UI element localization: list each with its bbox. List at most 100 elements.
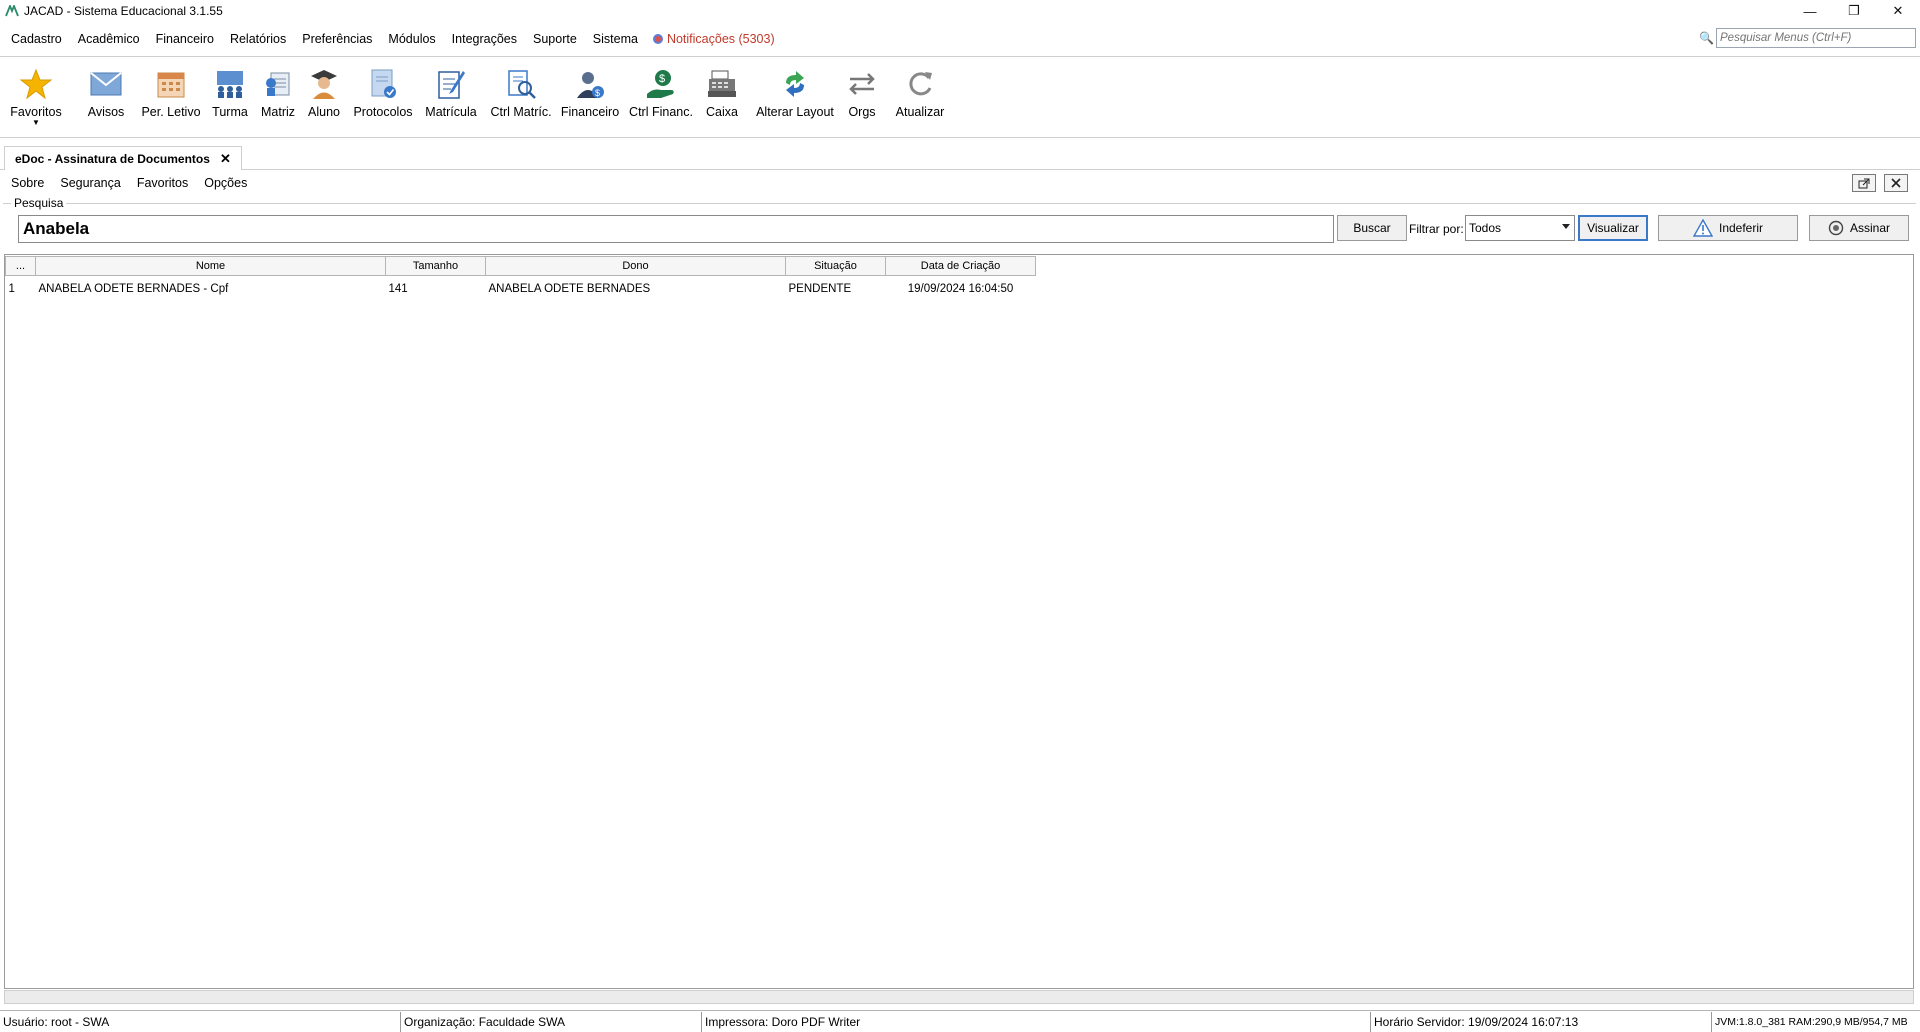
menu-modulos[interactable]: Módulos	[388, 32, 435, 46]
menu-search: 🔍	[1699, 28, 1916, 48]
toolbar-label: Atualizar	[895, 105, 945, 119]
search-panel: Pesquisa Buscar Filtrar por: Todos Visua…	[3, 196, 1916, 250]
toolbar-label: Aluno	[308, 105, 340, 119]
toolbar: Favoritos ▼ Avisos Per. Letivo Turma Mat…	[0, 56, 1920, 138]
tab-edoc[interactable]: eDoc - Assinatura de Documentos ✕	[4, 146, 242, 170]
filter-select[interactable]: Todos	[1465, 215, 1575, 241]
close-button[interactable]: ✕	[1876, 0, 1920, 22]
toolbar-label: Orgs	[848, 105, 876, 119]
tab-label: eDoc - Assinatura de Documentos	[15, 151, 210, 166]
toolbar-per-letivo-button[interactable]: Per. Letivo	[141, 57, 201, 139]
toolbar-label: Favoritos	[10, 105, 62, 119]
menu-financeiro[interactable]: Financeiro	[156, 32, 214, 46]
toolbar-aluno-button[interactable]: Aluno	[306, 57, 342, 139]
layout-swap-icon	[778, 67, 812, 101]
toolbar-label: Alterar Layout	[756, 105, 834, 119]
toolbar-matricula-button[interactable]: Matrícula	[423, 57, 479, 139]
col-dono-header[interactable]: Dono	[485, 256, 786, 276]
svg-text:$: $	[595, 88, 600, 98]
class-group-icon	[213, 67, 247, 101]
toolbar-ctrl-financ-button[interactable]: $ Ctrl Financ.	[629, 57, 693, 139]
toolbar-orgs-button[interactable]: Orgs	[842, 57, 882, 139]
detach-window-icon[interactable]	[1852, 174, 1876, 192]
menu-opcoes[interactable]: Opções	[204, 176, 247, 190]
search-icon: 🔍	[1699, 31, 1714, 45]
title-bar: JACAD - Sistema Educacional 3.1.55 — ❐ ✕	[0, 0, 1920, 22]
buscar-button[interactable]: Buscar	[1337, 215, 1407, 241]
toolbar-label: Protocolos	[353, 105, 413, 119]
protocol-icon	[366, 67, 400, 101]
table-row[interactable]: 1 ANABELA ODETE BERNADES - Cpf 141 ANABE…	[6, 276, 1036, 303]
cell-index: 1	[8, 283, 15, 296]
arrows-swap-icon	[845, 67, 879, 101]
assinar-button[interactable]: Assinar	[1809, 215, 1909, 241]
toolbar-financeiro-button[interactable]: $ Financeiro	[561, 57, 619, 139]
minimize-button[interactable]: —	[1788, 0, 1832, 22]
toolbar-label: Matriz	[260, 105, 296, 119]
visualizar-button[interactable]: Visualizar	[1578, 215, 1648, 241]
status-bar: Usuário: root - SWA Organização: Faculda…	[0, 1010, 1920, 1032]
toolbar-matriz-button[interactable]: Matriz	[260, 57, 296, 139]
toolbar-favoritos-button[interactable]: Favoritos ▼	[10, 57, 62, 139]
student-icon	[307, 67, 341, 101]
seal-icon	[1828, 220, 1844, 236]
toolbar-protocolos-button[interactable]: Protocolos	[353, 57, 413, 139]
money-hand-icon: $	[644, 67, 678, 101]
menu-cadastro[interactable]: Cadastro	[11, 32, 62, 46]
toolbar-label: Per. Letivo	[141, 105, 201, 119]
cell-dono: ANABELA ODETE BERNADES	[488, 283, 651, 296]
toolbar-caixa-button[interactable]: Caixa	[702, 57, 742, 139]
menu-sistema[interactable]: Sistema	[593, 32, 638, 46]
menu-seguranca[interactable]: Segurança	[60, 176, 120, 190]
enrollment-control-icon	[504, 67, 538, 101]
module-menu: Sobre Segurança Favoritos Opções	[0, 172, 1920, 194]
status-organizacao: Organização: Faculdade SWA	[401, 1011, 702, 1032]
maximize-button[interactable]: ❐	[1832, 0, 1876, 22]
chevron-down-icon	[1562, 224, 1570, 229]
menu-favoritos[interactable]: Favoritos	[137, 176, 188, 190]
menu-integracoes[interactable]: Integrações	[452, 32, 517, 46]
toolbar-alterar-layout-button[interactable]: Alterar Layout	[756, 57, 834, 139]
menu-preferencias[interactable]: Preferências	[302, 32, 372, 46]
status-usuario: Usuário: root - SWA	[0, 1011, 401, 1032]
menu-suporte[interactable]: Suporte	[533, 32, 577, 46]
notifications-label: Notificações (5303)	[666, 32, 775, 46]
toolbar-label: Turma	[212, 105, 248, 119]
search-legend: Pesquisa	[11, 196, 67, 210]
col-situacao-header[interactable]: Situação	[785, 256, 886, 276]
toolbar-label: Ctrl Financ.	[629, 105, 693, 119]
toolbar-turma-button[interactable]: Turma	[212, 57, 248, 139]
close-module-icon[interactable]	[1884, 174, 1908, 192]
col-tamanho-header[interactable]: Tamanho	[385, 256, 486, 276]
filter-value: Todos	[1469, 221, 1502, 235]
horizontal-scrollbar[interactable]	[4, 990, 1914, 1004]
menu-sobre[interactable]: Sobre	[11, 176, 44, 190]
table-header-row: ... Nome Tamanho Dono Situação Data de C…	[5, 256, 1036, 276]
notifications-menu[interactable]: Notificações (5303)	[652, 32, 775, 46]
window-title: JACAD - Sistema Educacional 3.1.55	[24, 4, 223, 18]
warning-icon	[1692, 219, 1713, 237]
col-data-header[interactable]: Data de Criação	[885, 256, 1036, 276]
col-nome-header[interactable]: Nome	[35, 256, 386, 276]
indeferir-label: Indeferir	[1718, 221, 1764, 235]
finance-person-icon: $	[573, 67, 607, 101]
toolbar-atualizar-button[interactable]: Atualizar	[894, 57, 946, 139]
close-icon[interactable]: ✕	[220, 151, 231, 167]
toolbar-avisos-button[interactable]: Avisos	[86, 57, 126, 139]
menu-bar: Cadastro Acadêmico Financeiro Relatórios…	[0, 24, 1920, 54]
indeferir-button[interactable]: Indeferir	[1658, 215, 1798, 241]
menu-relatorios[interactable]: Relatórios	[230, 32, 286, 46]
search-input[interactable]	[18, 215, 1334, 243]
enrollment-icon	[434, 67, 468, 101]
toolbar-label: Avisos	[87, 105, 125, 119]
menu-academico[interactable]: Acadêmico	[78, 32, 140, 46]
envelope-icon	[89, 67, 123, 101]
status-jvm: JVM:1.8.0_381 RAM:290,9 MB/954,7 MB	[1711, 1011, 1920, 1032]
filter-label: Filtrar por:	[1409, 222, 1464, 236]
cell-tamanho: 141	[388, 283, 408, 296]
toolbar-ctrl-matric-button[interactable]: Ctrl Matríc.	[490, 57, 552, 139]
col-index-header[interactable]: ...	[5, 256, 36, 276]
status-impressora: Impressora: Doro PDF Writer	[702, 1011, 1371, 1032]
app-logo-icon	[4, 3, 20, 19]
menu-search-input[interactable]	[1716, 28, 1916, 48]
